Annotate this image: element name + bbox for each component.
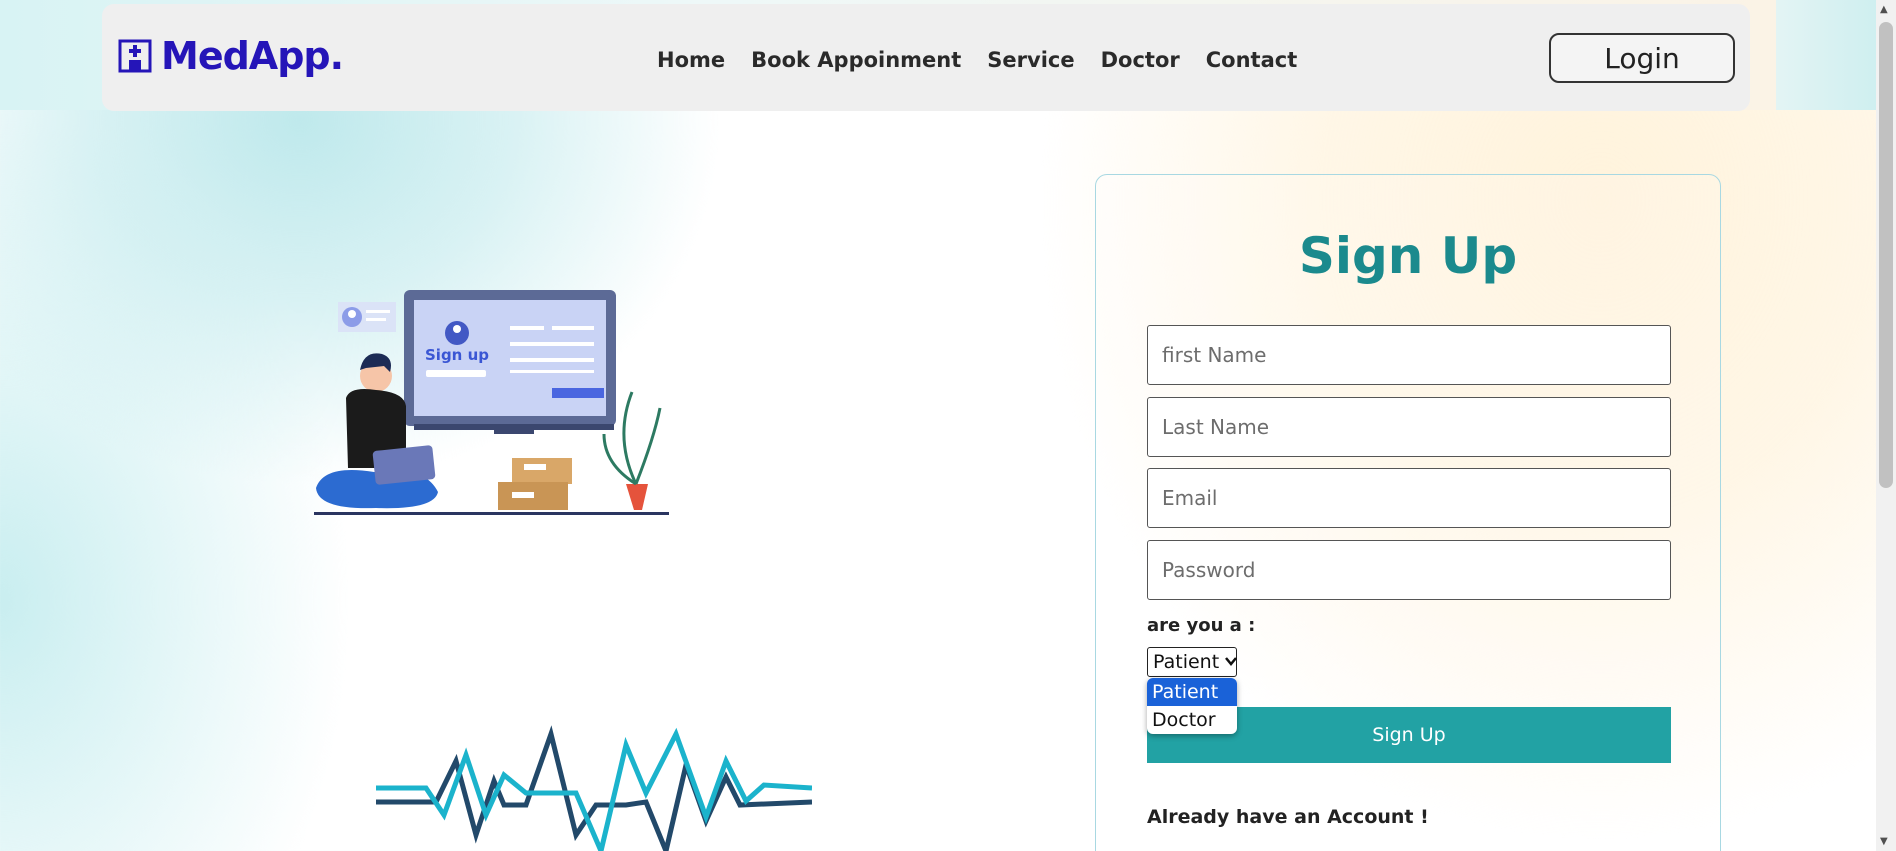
scroll-thumb[interactable] <box>1879 22 1893 488</box>
page-scrollbar[interactable]: ▲ ▼ <box>1876 0 1896 851</box>
heartbeat-graphic <box>376 725 812 851</box>
role-option-patient[interactable]: Patient <box>1147 678 1237 706</box>
signup-form: Sign Up are you a : Patient Sign Up Pati… <box>1095 174 1721 851</box>
nav-links: Home Book Appoinment Service Doctor Cont… <box>657 48 1323 72</box>
header-background-right <box>1776 0 1876 110</box>
signup-title: Sign Up <box>1298 227 1518 285</box>
svg-text:Sign up: Sign up <box>425 346 489 364</box>
email-field[interactable] <box>1147 468 1671 528</box>
navbar: MedApp. Home Book Appoinment Service Doc… <box>102 4 1750 111</box>
role-select[interactable]: Patient <box>1147 647 1238 677</box>
first-name-field[interactable] <box>1147 325 1671 385</box>
role-selected-value: Patient <box>1153 651 1220 673</box>
nav-doctor[interactable]: Doctor <box>1101 48 1180 72</box>
brand-name: MedApp. <box>161 34 344 78</box>
last-name-field[interactable] <box>1147 397 1671 457</box>
nav-book-appointment[interactable]: Book Appoinment <box>751 48 961 72</box>
scroll-down-icon[interactable]: ▼ <box>1880 836 1888 847</box>
signup-illustration: Sign up <box>314 290 669 515</box>
scroll-up-icon[interactable]: ▲ <box>1880 4 1888 15</box>
role-label: are you a : <box>1147 615 1256 636</box>
nav-service[interactable]: Service <box>987 48 1074 72</box>
chevron-down-icon <box>1225 655 1238 669</box>
brand-logo[interactable]: MedApp. <box>117 34 344 78</box>
nav-contact[interactable]: Contact <box>1206 48 1298 72</box>
already-account-text: Already have an Account ! <box>1147 806 1429 828</box>
nav-home[interactable]: Home <box>657 48 725 72</box>
hospital-icon <box>117 38 153 74</box>
password-field[interactable] <box>1147 540 1671 600</box>
role-option-doctor[interactable]: Doctor <box>1147 706 1237 734</box>
role-dropdown: Patient Doctor <box>1147 678 1237 734</box>
login-button[interactable]: Login <box>1549 33 1735 83</box>
